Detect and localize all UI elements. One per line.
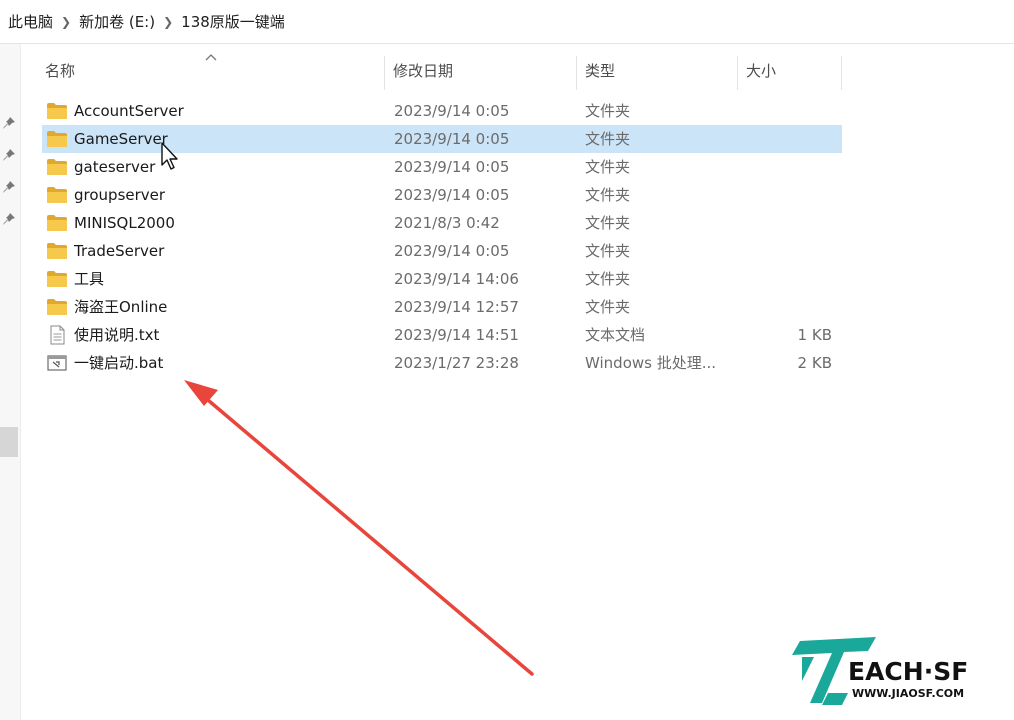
file-row[interactable]: 一键启动.bat 2023/1/27 23:28 Windows 批处理... 2 K… xyxy=(42,349,842,377)
column-header-date[interactable]: 修改日期 xyxy=(385,52,575,90)
column-header-size[interactable]: 大小 xyxy=(738,52,838,90)
file-modified-date: 2023/9/14 12:57 xyxy=(394,298,519,316)
logo-wordmark: EACH·SF xyxy=(848,657,969,686)
file-row[interactable]: 使用说明.txt 2023/9/14 14:51 文本文档 1 KB xyxy=(42,321,842,349)
folder-icon xyxy=(46,269,68,289)
pin-icon[interactable] xyxy=(2,148,16,162)
file-modified-date: 2023/9/14 14:06 xyxy=(394,270,519,288)
navigation-scrollbar-thumb[interactable] xyxy=(0,427,18,457)
folder-icon xyxy=(46,213,68,233)
breadcrumb-item-drive[interactable]: 新加卷 (E:) xyxy=(79,11,155,32)
column-header-name[interactable]: 名称 xyxy=(37,52,383,90)
file-modified-date: 2023/9/14 0:05 xyxy=(394,186,510,204)
file-row[interactable]: 工具 2023/9/14 14:06 文件夹 xyxy=(42,265,842,293)
file-name: groupserver xyxy=(74,186,166,204)
file-name: GameServer xyxy=(74,130,168,148)
column-header-type[interactable]: 类型 xyxy=(577,52,737,90)
file-type: 文件夹 xyxy=(585,158,631,176)
file-name: 海盗王Online xyxy=(74,298,168,316)
file-name: 一键启动.bat xyxy=(74,354,164,372)
column-divider[interactable] xyxy=(841,56,842,90)
folder-icon xyxy=(46,297,68,317)
file-modified-date: 2023/9/14 14:51 xyxy=(394,326,519,344)
file-size: 2 KB xyxy=(797,354,832,372)
file-modified-date: 2023/9/14 0:05 xyxy=(394,102,510,120)
file-type: Windows 批处理... xyxy=(585,354,717,372)
column-header-row: 名称 修改日期 类型 大小 xyxy=(21,52,851,90)
file-name: MINISQL2000 xyxy=(74,214,175,232)
navigation-pane xyxy=(0,44,21,720)
file-name: 使用说明.txt xyxy=(74,326,160,344)
pin-icon[interactable] xyxy=(2,180,16,194)
pin-icon[interactable] xyxy=(2,116,16,130)
file-row[interactable]: 海盗王Online 2023/9/14 12:57 文件夹 xyxy=(42,293,842,321)
file-type: 文件夹 xyxy=(585,130,631,148)
file-type: 文件夹 xyxy=(585,102,631,120)
file-row[interactable]: groupserver 2023/9/14 0:05 文件夹 xyxy=(42,181,842,209)
file-type: 文件夹 xyxy=(585,186,631,204)
file-type: 文本文档 xyxy=(585,326,646,344)
breadcrumb-item-folder[interactable]: 138原版一键端 xyxy=(181,11,285,32)
pin-icon[interactable] xyxy=(2,212,16,226)
file-row[interactable]: TradeServer 2023/9/14 0:05 文件夹 xyxy=(42,237,842,265)
chevron-right-icon: ❯ xyxy=(61,14,72,29)
mouse-cursor-icon xyxy=(161,142,178,170)
logo-url: WWW.JIAOSF.COM xyxy=(852,687,965,700)
file-list: AccountServer 2023/9/14 0:05 文件夹 GameServer… xyxy=(42,97,842,377)
file-name: 工具 xyxy=(74,270,105,288)
file-size: 1 KB xyxy=(797,326,832,344)
breadcrumb-item-this-pc[interactable]: 此电脑 xyxy=(8,11,53,32)
file-row[interactable]: AccountServer 2023/9/14 0:05 文件夹 xyxy=(42,97,842,125)
file-modified-date: 2023/9/14 0:05 xyxy=(394,130,510,148)
file-name: TradeServer xyxy=(74,242,165,260)
folder-icon xyxy=(46,129,68,149)
file-type: 文件夹 xyxy=(585,298,631,316)
file-modified-date: 2021/8/3 0:42 xyxy=(394,214,500,232)
file-type: 文件夹 xyxy=(585,214,631,232)
batch-file-icon xyxy=(46,353,68,373)
chevron-right-icon: ❯ xyxy=(163,14,174,29)
breadcrumb: 此电脑 ❯ 新加卷 (E:) ❯ 138原版一键端 xyxy=(0,0,1014,44)
file-modified-date: 2023/9/14 0:05 xyxy=(394,242,510,260)
file-modified-date: 2023/1/27 23:28 xyxy=(394,354,519,372)
folder-icon xyxy=(46,241,68,261)
file-modified-date: 2023/9/14 0:05 xyxy=(394,158,510,176)
folder-icon xyxy=(46,157,68,177)
folder-icon xyxy=(46,185,68,205)
text-file-icon xyxy=(46,325,68,345)
file-type: 文件夹 xyxy=(585,270,631,288)
watermark-logo: EACH·SF WWW.JIAOSF.COM xyxy=(788,633,988,709)
file-name: AccountServer xyxy=(74,102,184,120)
file-row[interactable]: MINISQL2000 2021/8/3 0:42 文件夹 xyxy=(42,209,842,237)
folder-icon xyxy=(46,101,68,121)
file-type: 文件夹 xyxy=(585,242,631,260)
file-name: gateserver xyxy=(74,158,156,176)
